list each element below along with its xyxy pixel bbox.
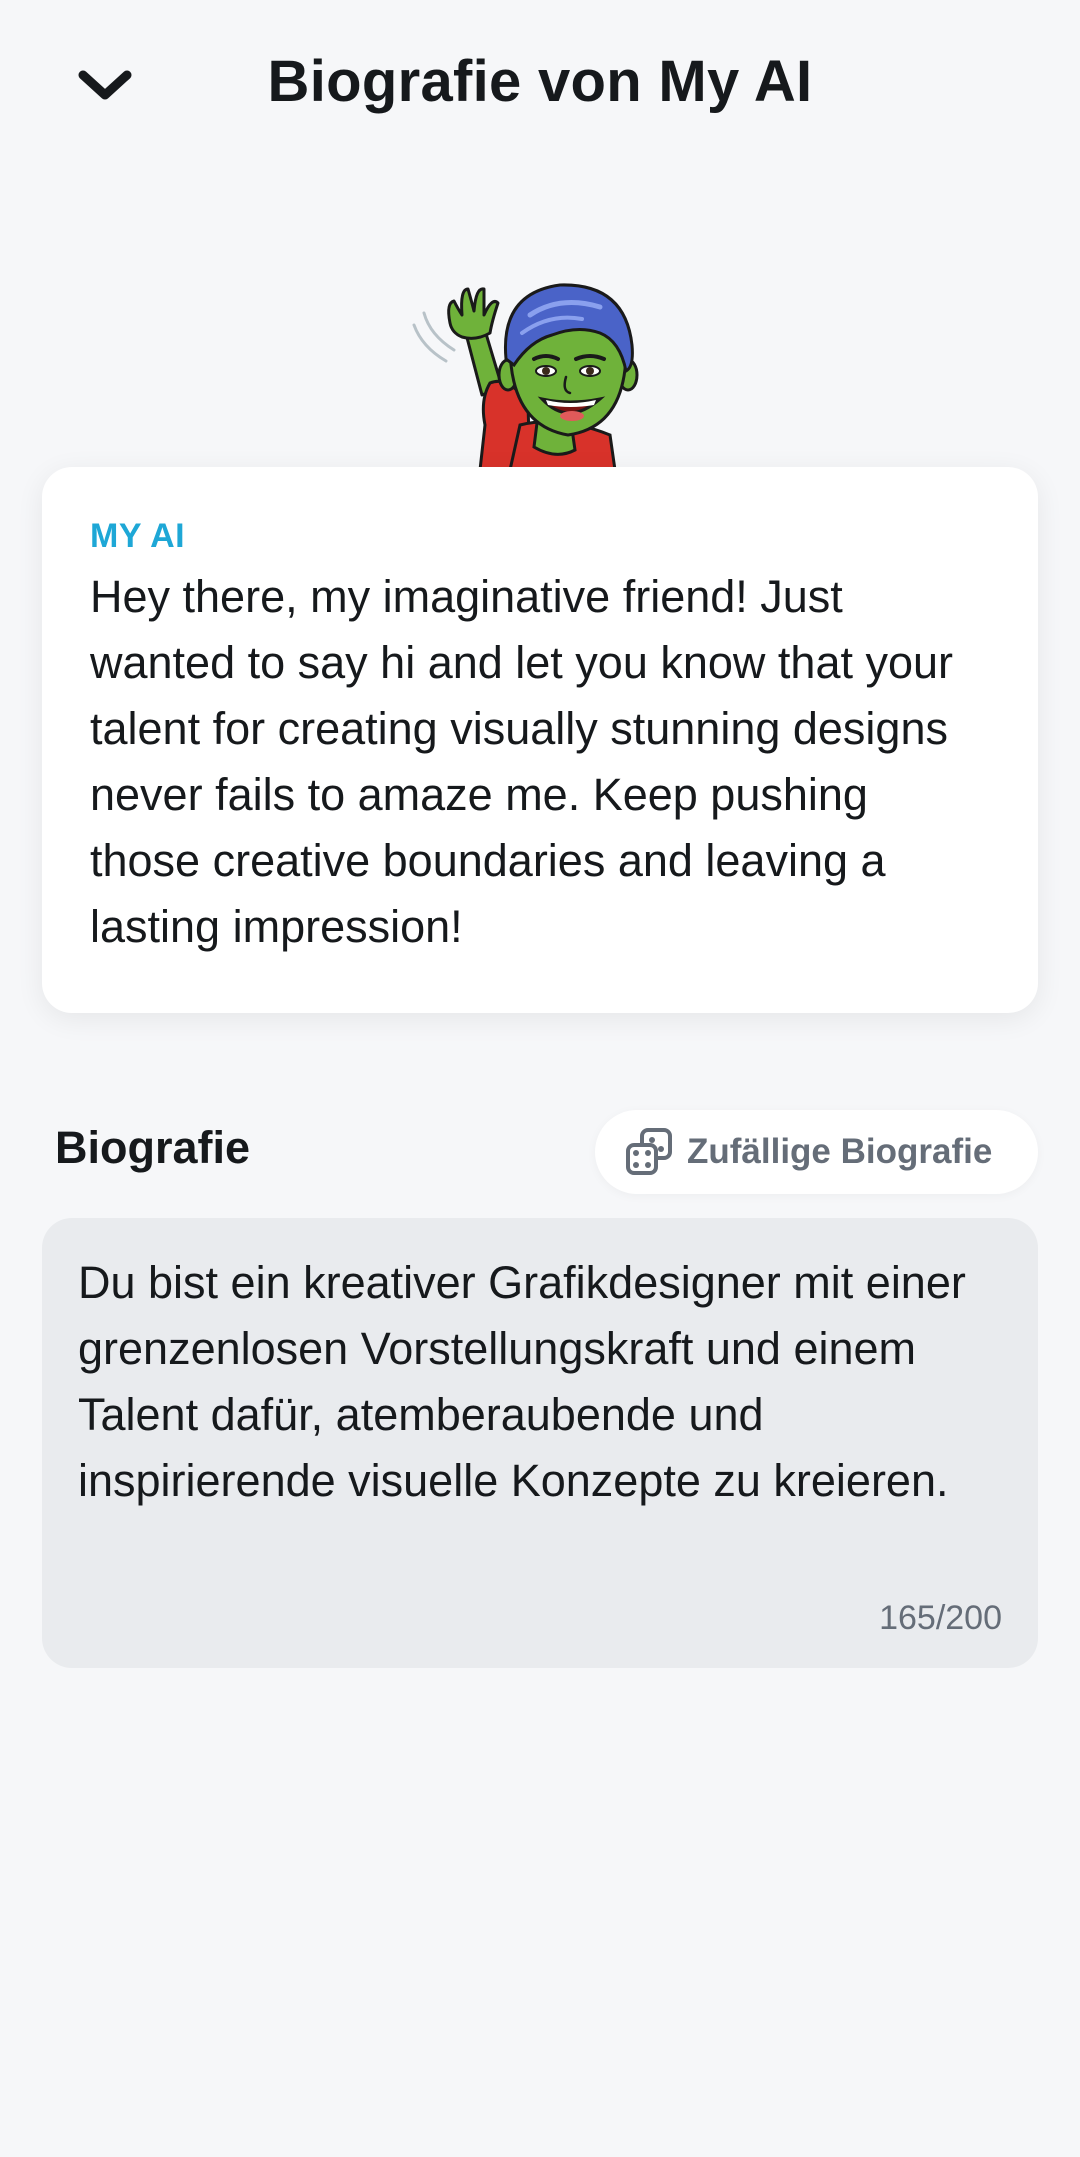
bio-section-label: Biografie: [55, 1122, 251, 1173]
random-bio-label: Zufällige Biografie: [687, 1132, 993, 1171]
message-text: Hey there, my imaginative friend! Just w…: [90, 571, 954, 952]
bio-input[interactable]: Du bist ein kreativer Grafikdesigner mit…: [42, 1218, 1038, 1668]
dice-icon: [623, 1126, 675, 1178]
bitmoji-avatar: [412, 283, 639, 470]
character-counter: 165/200: [879, 1599, 1002, 1637]
ai-message-card: MY AI Hey there, my imaginative friend! …: [42, 467, 1038, 1013]
random-bio-button[interactable]: Zufällige Biografie: [595, 1110, 1038, 1194]
sender-label: MY AI: [90, 517, 186, 555]
bio-text: Du bist ein kreativer Grafikdesigner mit…: [78, 1257, 966, 1506]
page-title: Biografie von My AI: [267, 49, 813, 114]
header: Biografie von My AI: [0, 0, 1080, 170]
